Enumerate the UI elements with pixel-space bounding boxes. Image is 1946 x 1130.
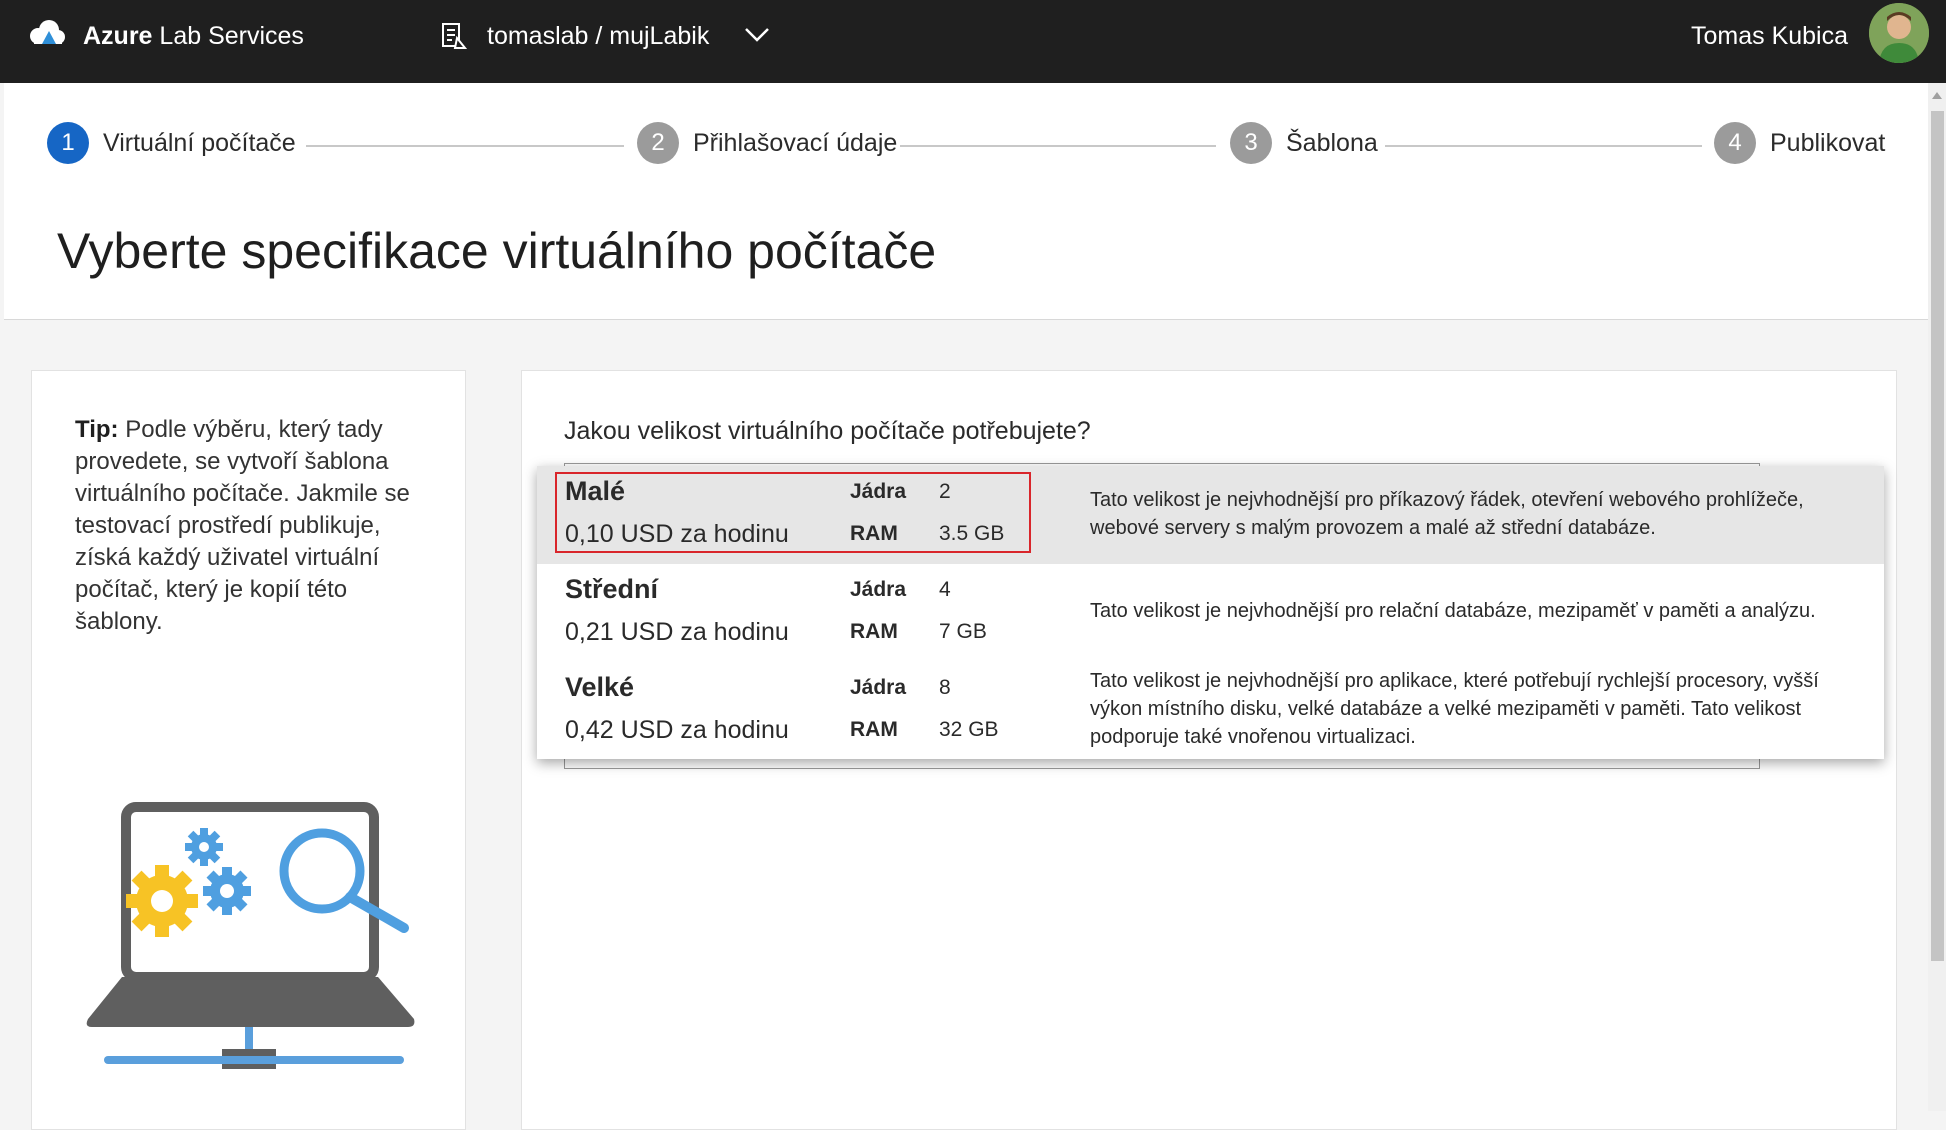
wizard-stepper: 1 Virtuální počítače 2 Přihlašovací údaj…: [4, 83, 1928, 213]
highlight-annotation: [555, 472, 1031, 553]
step-1-circle[interactable]: 1: [47, 122, 89, 164]
step-3-circle[interactable]: 3: [1230, 122, 1272, 164]
avatar[interactable]: [1869, 3, 1929, 63]
tip-panel: Tip: Podle výběru, který tady provedete,…: [31, 370, 466, 1130]
tip-text: Tip: Podle výběru, který tady provedete,…: [75, 414, 435, 638]
step-2-label[interactable]: Přihlašovací údaje: [693, 127, 897, 159]
vm-size-options-list[interactable]: Malé 0,10 USD za hodinu Jádra 2 RAM 3.5 …: [537, 466, 1884, 759]
user-photo-icon: [1869, 3, 1929, 63]
chevron-down-icon[interactable]: [742, 22, 772, 46]
top-bar: Azure Lab Services tomaslab / mujLabik T…: [0, 0, 1946, 83]
user-name[interactable]: Tomas Kubica: [1691, 20, 1848, 52]
page-title: Vyberte specifikace virtuálního počítače: [57, 223, 937, 279]
size-description: Tato velikost je nejvhodnější pro příkaz…: [1090, 489, 1804, 539]
vm-size-option-large[interactable]: Velké 0,42 USD za hodinu Jádra 8 RAM 32 …: [537, 662, 1884, 760]
step-1-label[interactable]: Virtuální počítače: [103, 127, 296, 159]
cores-label: Jádra: [850, 676, 907, 699]
vm-size-panel: Jakou velikost virtuálního počítače potř…: [521, 370, 1897, 1130]
step-connector: [900, 145, 1216, 147]
app-title-bold: Azure: [83, 22, 153, 50]
vm-size-question: Jakou velikost virtuálního počítače potř…: [564, 417, 1091, 445]
size-name: Velké: [565, 672, 635, 702]
vertical-scrollbar[interactable]: [1928, 83, 1946, 1111]
app-title-rest: Lab Services: [152, 22, 304, 50]
ram-value: 7 GB: [939, 620, 987, 643]
ram-label: RAM: [850, 718, 898, 741]
scroll-up-arrow-icon[interactable]: [1928, 87, 1946, 105]
step-3-label[interactable]: Šablona: [1286, 127, 1378, 159]
cores-value: 4: [939, 578, 951, 601]
tip-body: Podle výběru, který tady provedete, se v…: [75, 416, 410, 635]
cores-label: Jádra: [850, 578, 907, 601]
azure-lab-logo-icon[interactable]: [25, 18, 67, 48]
ram-value: 32 GB: [939, 718, 999, 741]
lab-document-icon: [442, 23, 467, 49]
scrollbar-thumb[interactable]: [1931, 111, 1944, 961]
laptop-settings-search-icon: [86, 802, 415, 1069]
size-description: Tato velikost je nejvhodnější pro aplika…: [1090, 670, 1819, 748]
ram-label: RAM: [850, 620, 898, 643]
size-name: Střední: [565, 574, 659, 604]
size-price: 0,21 USD za hodinu: [565, 618, 789, 646]
step-4-label[interactable]: Publikovat: [1770, 127, 1885, 159]
wizard-header: 1 Virtuální počítače 2 Přihlašovací údaj…: [4, 83, 1928, 320]
vm-size-option-small[interactable]: Malé 0,10 USD za hodinu Jádra 2 RAM 3.5 …: [537, 466, 1884, 564]
lab-selector-label[interactable]: tomaslab / mujLabik: [487, 20, 709, 52]
cores-value: 8: [939, 676, 951, 699]
vm-size-option-medium[interactable]: Střední 0,21 USD za hodinu Jádra 4 RAM 7…: [537, 564, 1884, 662]
step-connector: [306, 145, 624, 147]
size-price: 0,42 USD za hodinu: [565, 716, 789, 744]
step-2-circle[interactable]: 2: [637, 122, 679, 164]
size-description: Tato velikost je nejvhodnější pro relačn…: [1090, 600, 1816, 622]
step-connector: [1385, 145, 1702, 147]
tip-label: Tip:: [75, 416, 119, 443]
app-title[interactable]: Azure Lab Services: [83, 20, 304, 52]
step-4-circle[interactable]: 4: [1714, 122, 1756, 164]
